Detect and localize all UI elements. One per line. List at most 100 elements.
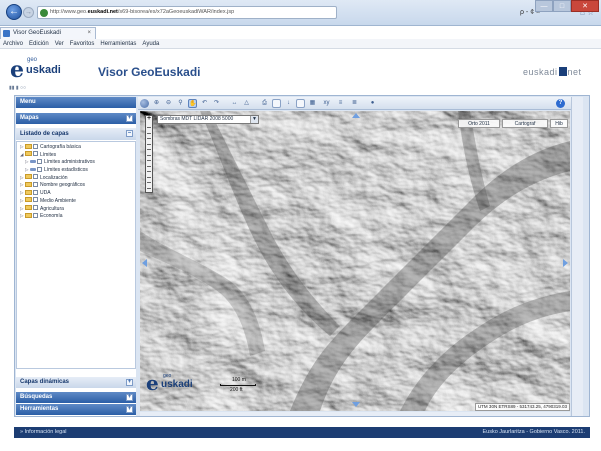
tree-item[interactable]: ▷ Agricultura: [17, 205, 135, 213]
layer-checkbox[interactable]: [37, 158, 42, 164]
zoom-level-tick[interactable]: [147, 143, 151, 145]
next-view-icon[interactable]: ↷: [212, 99, 221, 108]
tree-item[interactable]: ▷ Cartografía básica: [17, 143, 135, 151]
help-icon[interactable]: ?: [556, 99, 565, 108]
tree-item[interactable]: ▷ Localización: [17, 174, 135, 182]
layer-checkbox[interactable]: [33, 151, 38, 157]
document-icon[interactable]: [296, 99, 305, 108]
expand-icon[interactable]: +: [126, 115, 133, 122]
tree-item[interactable]: ▷ UDA: [17, 189, 135, 197]
location-pin-icon[interactable]: ●: [368, 99, 377, 108]
capas-panel-header[interactable]: Listado de capas –: [16, 128, 136, 140]
menu-edicion[interactable]: Edición: [29, 39, 49, 48]
layer-checkbox[interactable]: [33, 174, 38, 180]
geoeuskadi-logo[interactable]: e geo uskadi: [10, 57, 70, 81]
layer-checkbox[interactable]: [37, 166, 42, 172]
previous-view-icon[interactable]: ↶: [200, 99, 209, 108]
expand-icon[interactable]: +: [126, 379, 133, 386]
base-layer-select[interactable]: Sombras MDT LIDAR 2008 5000 ▼: [157, 115, 259, 124]
zoom-level-tick[interactable]: [147, 160, 151, 161]
maximize-button[interactable]: □: [553, 0, 571, 12]
orto-button[interactable]: Orto 2011: [458, 119, 500, 128]
main-frame: Menu Mapas + Listado de capas – ▷ Cartogr…: [14, 95, 590, 417]
map-side-bar[interactable]: [571, 97, 583, 416]
close-window-button[interactable]: ✕: [571, 0, 599, 12]
zoom-box-icon[interactable]: ⚲: [176, 99, 185, 108]
folder-icon: [25, 205, 32, 210]
pan-hand-icon[interactable]: ✋: [188, 99, 197, 108]
logo-geo: geo: [27, 57, 38, 63]
menu-herramientas[interactable]: Herramientas: [100, 39, 136, 48]
coordinates-icon[interactable]: xy: [322, 99, 331, 108]
menu-favoritos[interactable]: Favoritos: [70, 39, 95, 48]
zoom-level-tick[interactable]: [147, 165, 151, 167]
close-tab-icon[interactable]: ×: [87, 28, 91, 39]
chevron-down-icon[interactable]: ▼: [250, 116, 258, 123]
expand-icon[interactable]: +: [126, 394, 133, 401]
zoom-slider[interactable]: +: [145, 115, 153, 193]
pan-down-icon[interactable]: [352, 402, 360, 407]
hibrido-button[interactable]: Hib: [550, 119, 568, 128]
mapas-panel-header[interactable]: Mapas +: [16, 113, 136, 124]
zoom-level-tick[interactable]: [147, 127, 151, 128]
pan-up-icon[interactable]: [352, 113, 360, 118]
layer-checkbox[interactable]: [33, 181, 38, 187]
layer-checkbox[interactable]: [33, 205, 38, 210]
dinamicas-label: Capas dinámicas: [20, 379, 70, 385]
menu-header-label: Menu: [20, 99, 36, 105]
zoom-level-tick[interactable]: [147, 176, 151, 178]
layer-checkbox[interactable]: [33, 189, 38, 195]
layer-checkbox[interactable]: [33, 212, 38, 218]
globe-tool-icon[interactable]: [140, 99, 149, 108]
gov-logo-mark: [558, 67, 567, 76]
busquedas-header[interactable]: Búsquedas +: [16, 392, 136, 403]
back-button[interactable]: ←: [6, 4, 22, 20]
legal-info-link[interactable]: » Información legal: [20, 427, 66, 438]
forward-button[interactable]: →: [23, 7, 34, 18]
euskadi-net-logo[interactable]: euskadi net: [523, 67, 582, 77]
zoom-level-tick[interactable]: [147, 132, 151, 134]
menu-ayuda[interactable]: Ayuda: [142, 39, 159, 48]
layer-checkbox[interactable]: [33, 197, 38, 203]
menu-ver[interactable]: Ver: [55, 39, 64, 48]
expand-icon[interactable]: +: [126, 406, 133, 413]
tree-item[interactable]: ▷ Límites estadísticos: [17, 166, 135, 174]
measure-area-icon[interactable]: △: [242, 99, 251, 108]
info-icon[interactable]: [272, 99, 281, 108]
menu-archivo[interactable]: Archivo: [3, 39, 23, 48]
collapse-icon[interactable]: –: [126, 130, 133, 137]
zoom-level-tick[interactable]: [147, 149, 151, 150]
tree-item[interactable]: ▷ Medio Ambiente: [17, 197, 135, 205]
zoom-level-tick[interactable]: [147, 171, 151, 172]
zoom-out-icon[interactable]: ⊖: [164, 99, 173, 108]
tree-item[interactable]: ▷ Nombre geográficos: [17, 181, 135, 189]
zoom-level-tick[interactable]: [147, 138, 151, 139]
herramientas-header[interactable]: Herramientas +: [16, 404, 136, 415]
print-icon[interactable]: ⎙: [260, 99, 269, 108]
minimize-button[interactable]: —: [535, 0, 553, 12]
folder-icon[interactable]: ▦: [308, 99, 317, 108]
profile-icon[interactable]: ↓: [284, 99, 293, 108]
capas-label: Listado de capas: [20, 131, 69, 137]
filter-icon[interactable]: ≡: [336, 99, 345, 108]
map-view[interactable]: + Sombras MDT LIDAR 2008 5000 ▼ Orto 201…: [140, 111, 570, 411]
pan-left-icon[interactable]: [142, 259, 147, 267]
tree-item[interactable]: ▷ Límites administrativos: [17, 158, 135, 166]
layer-checkbox[interactable]: [33, 143, 38, 149]
map-bottom-bar: [140, 412, 570, 416]
pan-right-icon[interactable]: [563, 259, 568, 267]
cartografia-button[interactable]: Cartograf: [502, 119, 548, 128]
capas-dinamicas-header[interactable]: Capas dinámicas +: [16, 377, 136, 388]
zoom-in-icon[interactable]: ⊕: [152, 99, 161, 108]
legend-icon[interactable]: ≣: [350, 99, 359, 108]
measure-distance-icon[interactable]: ↔: [230, 99, 239, 108]
zoom-plus-icon[interactable]: +: [146, 115, 152, 123]
address-bar[interactable]: http://www.geo.euskadi.net/s69-bisorea/e…: [37, 6, 337, 19]
zoom-level-tick[interactable]: [147, 154, 151, 156]
zoom-level-tick[interactable]: [147, 182, 151, 183]
zoom-level-tick[interactable]: [147, 187, 151, 189]
tree-item[interactable]: ◢ Límites: [17, 151, 135, 159]
language-icons[interactable]: ▮▮ ▮ ○○: [9, 85, 26, 91]
browser-tab[interactable]: Visor GeoEuskadi ×: [0, 27, 96, 39]
tree-item[interactable]: ▷ Economía: [17, 212, 135, 220]
